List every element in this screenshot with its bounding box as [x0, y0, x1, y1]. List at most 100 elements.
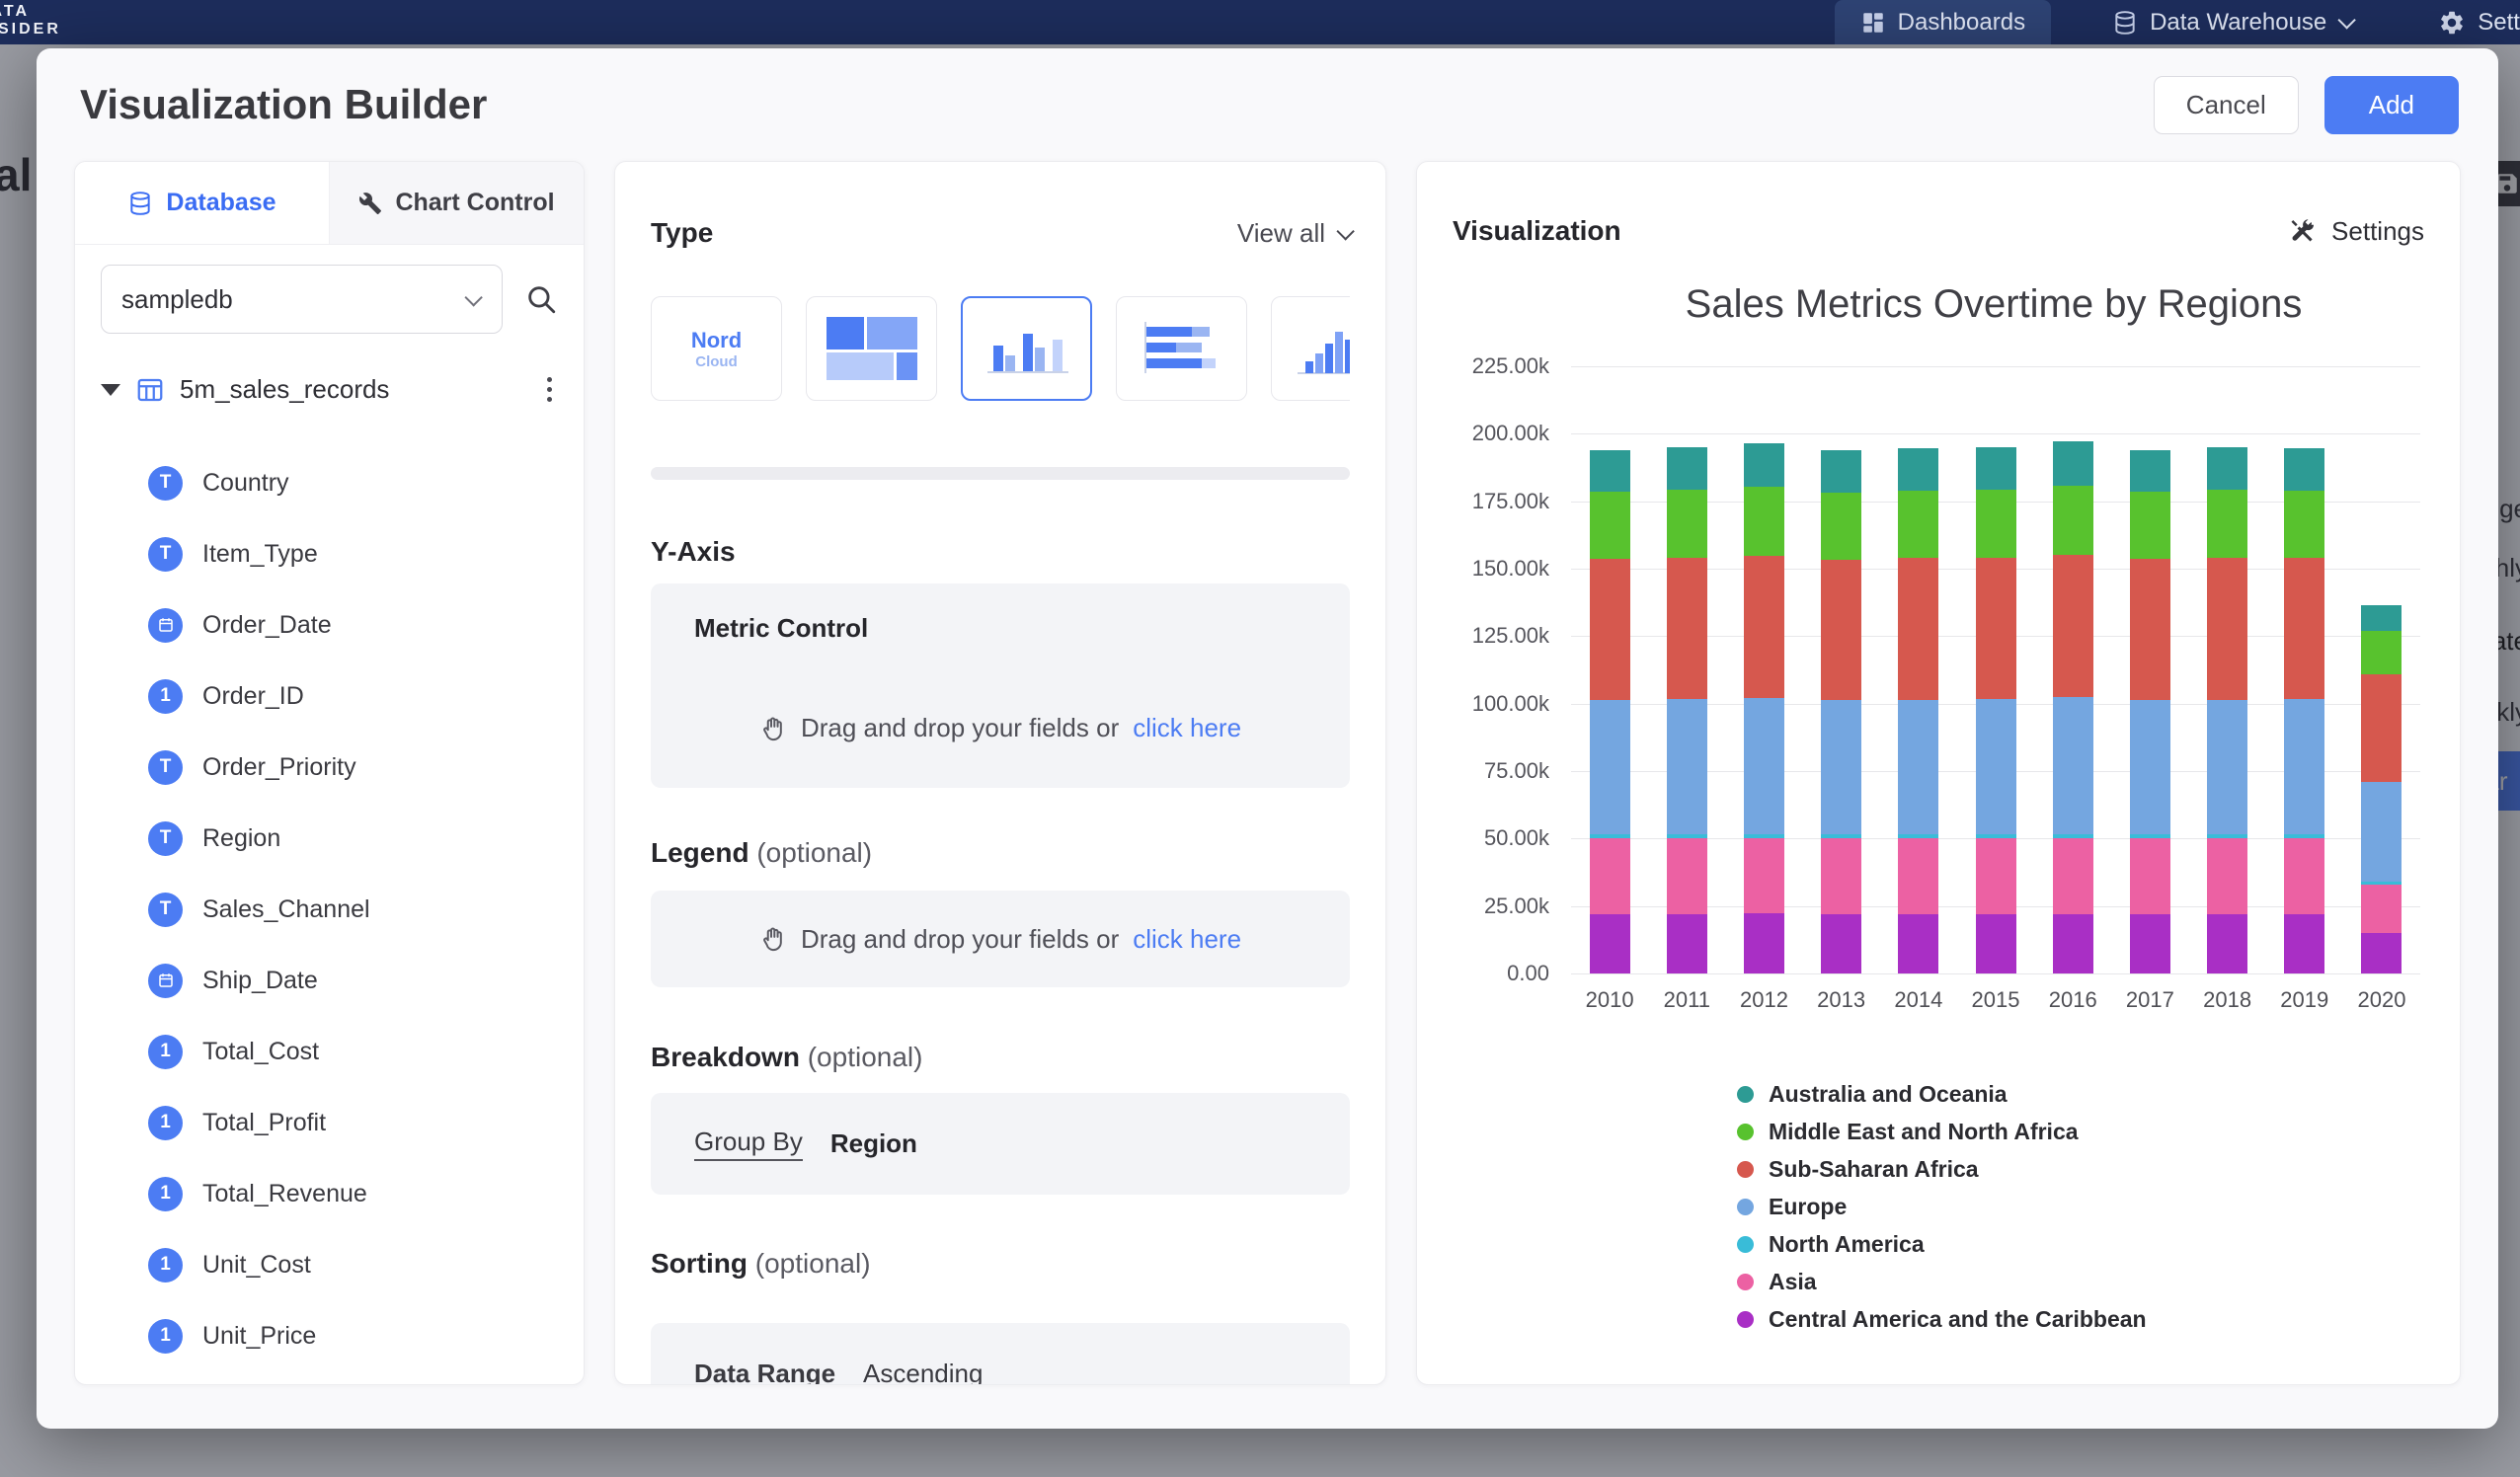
- field-row[interactable]: T Region: [75, 803, 584, 874]
- field-row[interactable]: 1 Unit_Cost: [75, 1229, 584, 1300]
- legend-item[interactable]: North America: [1737, 1225, 2147, 1263]
- x-axis-label: 2010: [1571, 987, 1648, 1013]
- chart-type-scrollbar[interactable]: [651, 467, 1350, 480]
- chart-type-word-cloud[interactable]: Nord Cloud: [651, 296, 782, 401]
- field-type-icon: 1: [148, 1248, 183, 1283]
- chart-bar-slot: [1880, 366, 1957, 973]
- field-row[interactable]: T Order_Priority: [75, 732, 584, 803]
- click-here-link[interactable]: click here: [1133, 924, 1241, 955]
- chart-plot: [1571, 366, 2420, 973]
- bar-segment: [1744, 443, 1784, 487]
- table-row-5m-sales-records[interactable]: 5m_sales_records: [75, 357, 584, 422]
- bar-segment: [2361, 933, 2402, 973]
- caret-down-icon: [101, 384, 120, 396]
- field-row[interactable]: T Sales_Channel: [75, 874, 584, 945]
- y-axis-label: 225.00k: [1472, 353, 1549, 379]
- field-row[interactable]: T Item_Type: [75, 518, 584, 589]
- bar-segment: [2361, 631, 2402, 674]
- sorting-row[interactable]: Data Range Ascending: [651, 1323, 1350, 1385]
- legend-item[interactable]: Middle East and North Africa: [1737, 1113, 2147, 1150]
- bar-segment: [2130, 450, 2170, 492]
- field-row[interactable]: Order_Date: [75, 589, 584, 661]
- field-row[interactable]: 1 Total_Revenue: [75, 1158, 584, 1229]
- legend-label: Australia and Oceania: [1769, 1081, 2008, 1108]
- chart-bar-slot: [2034, 366, 2111, 973]
- view-all-button[interactable]: View all: [1237, 218, 1350, 249]
- legend-dot-icon: [1737, 1274, 1754, 1290]
- chart-type-column-histogram[interactable]: [1271, 296, 1350, 401]
- add-button[interactable]: Add: [2324, 76, 2459, 134]
- field-label: Order_Date: [202, 611, 332, 640]
- field-row[interactable]: 1 Total_Cost: [75, 1016, 584, 1087]
- field-type-icon: T: [148, 466, 183, 501]
- field-row[interactable]: Ship_Date: [75, 945, 584, 1016]
- table-menu-kebab-icon[interactable]: [541, 371, 558, 408]
- legend-section-title: Legend (optional): [651, 837, 872, 869]
- bar-segment: [1898, 448, 1938, 491]
- bar-segment: [1667, 558, 1707, 699]
- chart-type-treemap[interactable]: [806, 296, 937, 401]
- metric-control-dropzone[interactable]: Metric Control Drag and drop your fields…: [651, 583, 1350, 788]
- panel-tabs: Database Chart Control: [75, 162, 584, 245]
- click-here-link[interactable]: click here: [1133, 713, 1241, 743]
- legend-dot-icon: [1737, 1161, 1754, 1178]
- bar-segment: [2130, 700, 2170, 834]
- bar-segment: [2361, 782, 2402, 882]
- tab-chart-control[interactable]: Chart Control: [329, 162, 584, 244]
- y-axis-label: 125.00k: [1472, 623, 1549, 649]
- bar-segment: [1590, 492, 1630, 559]
- bar-segment: [1898, 558, 1938, 699]
- y-axis-section-title: Y-Axis: [651, 536, 736, 568]
- calendar-icon: [157, 972, 175, 989]
- settings-button[interactable]: Settings: [2288, 216, 2424, 247]
- field-label: Total_Revenue: [202, 1180, 367, 1208]
- field-row[interactable]: T Country: [75, 447, 584, 518]
- field-label: Unit_Price: [202, 1322, 316, 1351]
- cancel-button[interactable]: Cancel: [2154, 76, 2299, 134]
- bar-segment: [1667, 699, 1707, 834]
- chart-bar-slot: [2343, 366, 2420, 973]
- legend-label: Europe: [1769, 1194, 1847, 1220]
- y-axis-label: 25.00k: [1484, 894, 1549, 919]
- legend-item[interactable]: Central America and the Caribbean: [1737, 1300, 2147, 1338]
- chart-bar-slot: [1725, 366, 1802, 973]
- breakdown-dropzone[interactable]: Group By Region: [651, 1093, 1350, 1195]
- nav-item-data-warehouse[interactable]: Data Warehouse: [2087, 0, 2377, 44]
- group-by-button[interactable]: Group By: [694, 1127, 803, 1161]
- field-type-icon: T: [148, 537, 183, 572]
- field-type-icon: T: [148, 821, 183, 856]
- chart-type-horizontal-stacked-bar[interactable]: [1116, 296, 1247, 401]
- bar-segment: [2053, 697, 2093, 834]
- field-list: T Country T Item_Type Order_Date 1 Order…: [75, 422, 584, 1371]
- bar-segment: [1590, 838, 1630, 914]
- search-icon[interactable]: [524, 282, 558, 316]
- tab-database[interactable]: Database: [75, 162, 329, 244]
- topbar-nav: Dashboards Data Warehouse Settings: [1835, 0, 2520, 44]
- legend-dot-icon: [1737, 1199, 1754, 1215]
- x-axis-label: 2015: [1957, 987, 2034, 1013]
- field-type-icon: T: [148, 893, 183, 927]
- bar-segment: [2284, 448, 2324, 491]
- bar-segment: [2207, 490, 2247, 558]
- legend-item[interactable]: Sub-Saharan Africa: [1737, 1150, 2147, 1188]
- field-type-icon: 1: [148, 1177, 183, 1211]
- bar-segment: [1976, 447, 2016, 490]
- field-row[interactable]: 1 Unit_Price: [75, 1300, 584, 1371]
- field-row[interactable]: 1 Total_Profit: [75, 1087, 584, 1158]
- chevron-down-icon: [1336, 222, 1354, 240]
- x-axis-label: 2014: [1880, 987, 1957, 1013]
- bar-segment: [1821, 493, 1861, 560]
- legend-dropzone[interactable]: Drag and drop your fields or click here: [651, 891, 1350, 987]
- nav-item-settings[interactable]: Settings: [2412, 0, 2520, 44]
- tools-icon: [2288, 216, 2318, 246]
- legend-item[interactable]: Australia and Oceania: [1737, 1075, 2147, 1113]
- field-row[interactable]: 1 Order_ID: [75, 661, 584, 732]
- bar-segment: [1821, 838, 1861, 914]
- legend-item[interactable]: Europe: [1737, 1188, 2147, 1225]
- chart-type-grouped-column[interactable]: [961, 296, 1092, 401]
- x-axis-label: 2016: [2034, 987, 2111, 1013]
- sorting-field: Data Range: [694, 1359, 835, 1385]
- nav-item-dashboards[interactable]: Dashboards: [1835, 0, 2051, 44]
- database-select[interactable]: sampledb: [101, 265, 503, 334]
- legend-item[interactable]: Asia: [1737, 1263, 2147, 1300]
